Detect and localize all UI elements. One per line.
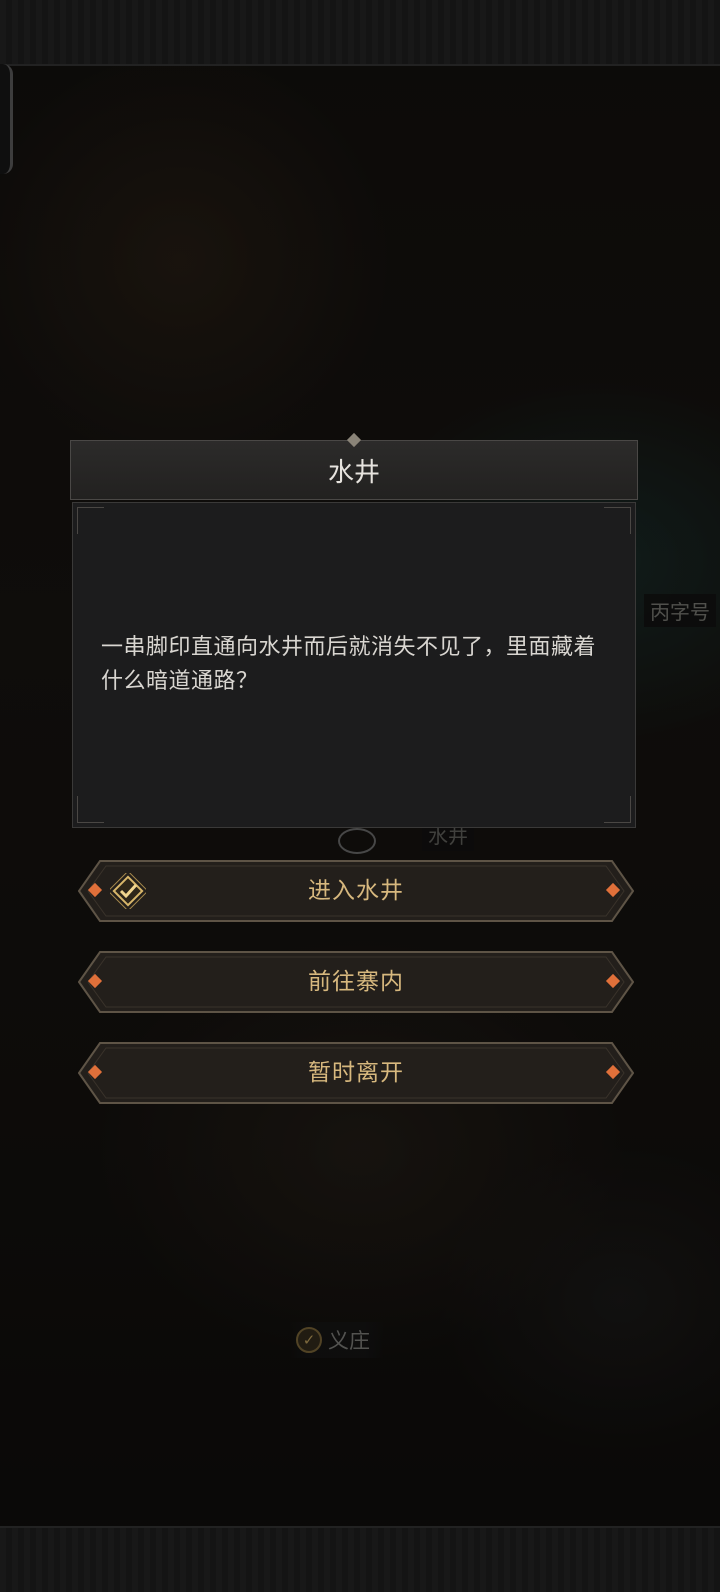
corner-ornament (604, 796, 631, 823)
game-screen: 丙字号 水井 ✓ 义庄 水井 一串脚印直通向水井而后就消失不见了，里面藏着什么暗… (0, 0, 720, 1592)
choice-button-go-inside-fort[interactable]: 前往寨内 (78, 951, 634, 1013)
event-dialog: 水井 一串脚印直通向水井而后就消失不见了，里面藏着什么暗道通路？ (70, 432, 638, 828)
choice-label: 进入水井 (308, 878, 404, 904)
choice-button-leave[interactable]: 暂时离开 (78, 1042, 634, 1104)
corner-ornament (604, 507, 631, 534)
corner-ornament (77, 507, 104, 534)
dialog-text: 一串脚印直通向水井而后就消失不见了，里面藏着什么暗道通路？ (101, 635, 597, 694)
dialog-title: 水井 (327, 457, 380, 488)
dialog-body: 一串脚印直通向水井而后就消失不见了，里面藏着什么暗道通路？ (72, 502, 636, 828)
dialog-header: 水井 (70, 432, 638, 500)
choice-label: 暂时离开 (308, 1060, 404, 1086)
corner-ornament (77, 796, 104, 823)
choice-label: 前往寨内 (308, 969, 404, 995)
choice-button-enter-well[interactable]: 进入水井 (78, 860, 634, 922)
